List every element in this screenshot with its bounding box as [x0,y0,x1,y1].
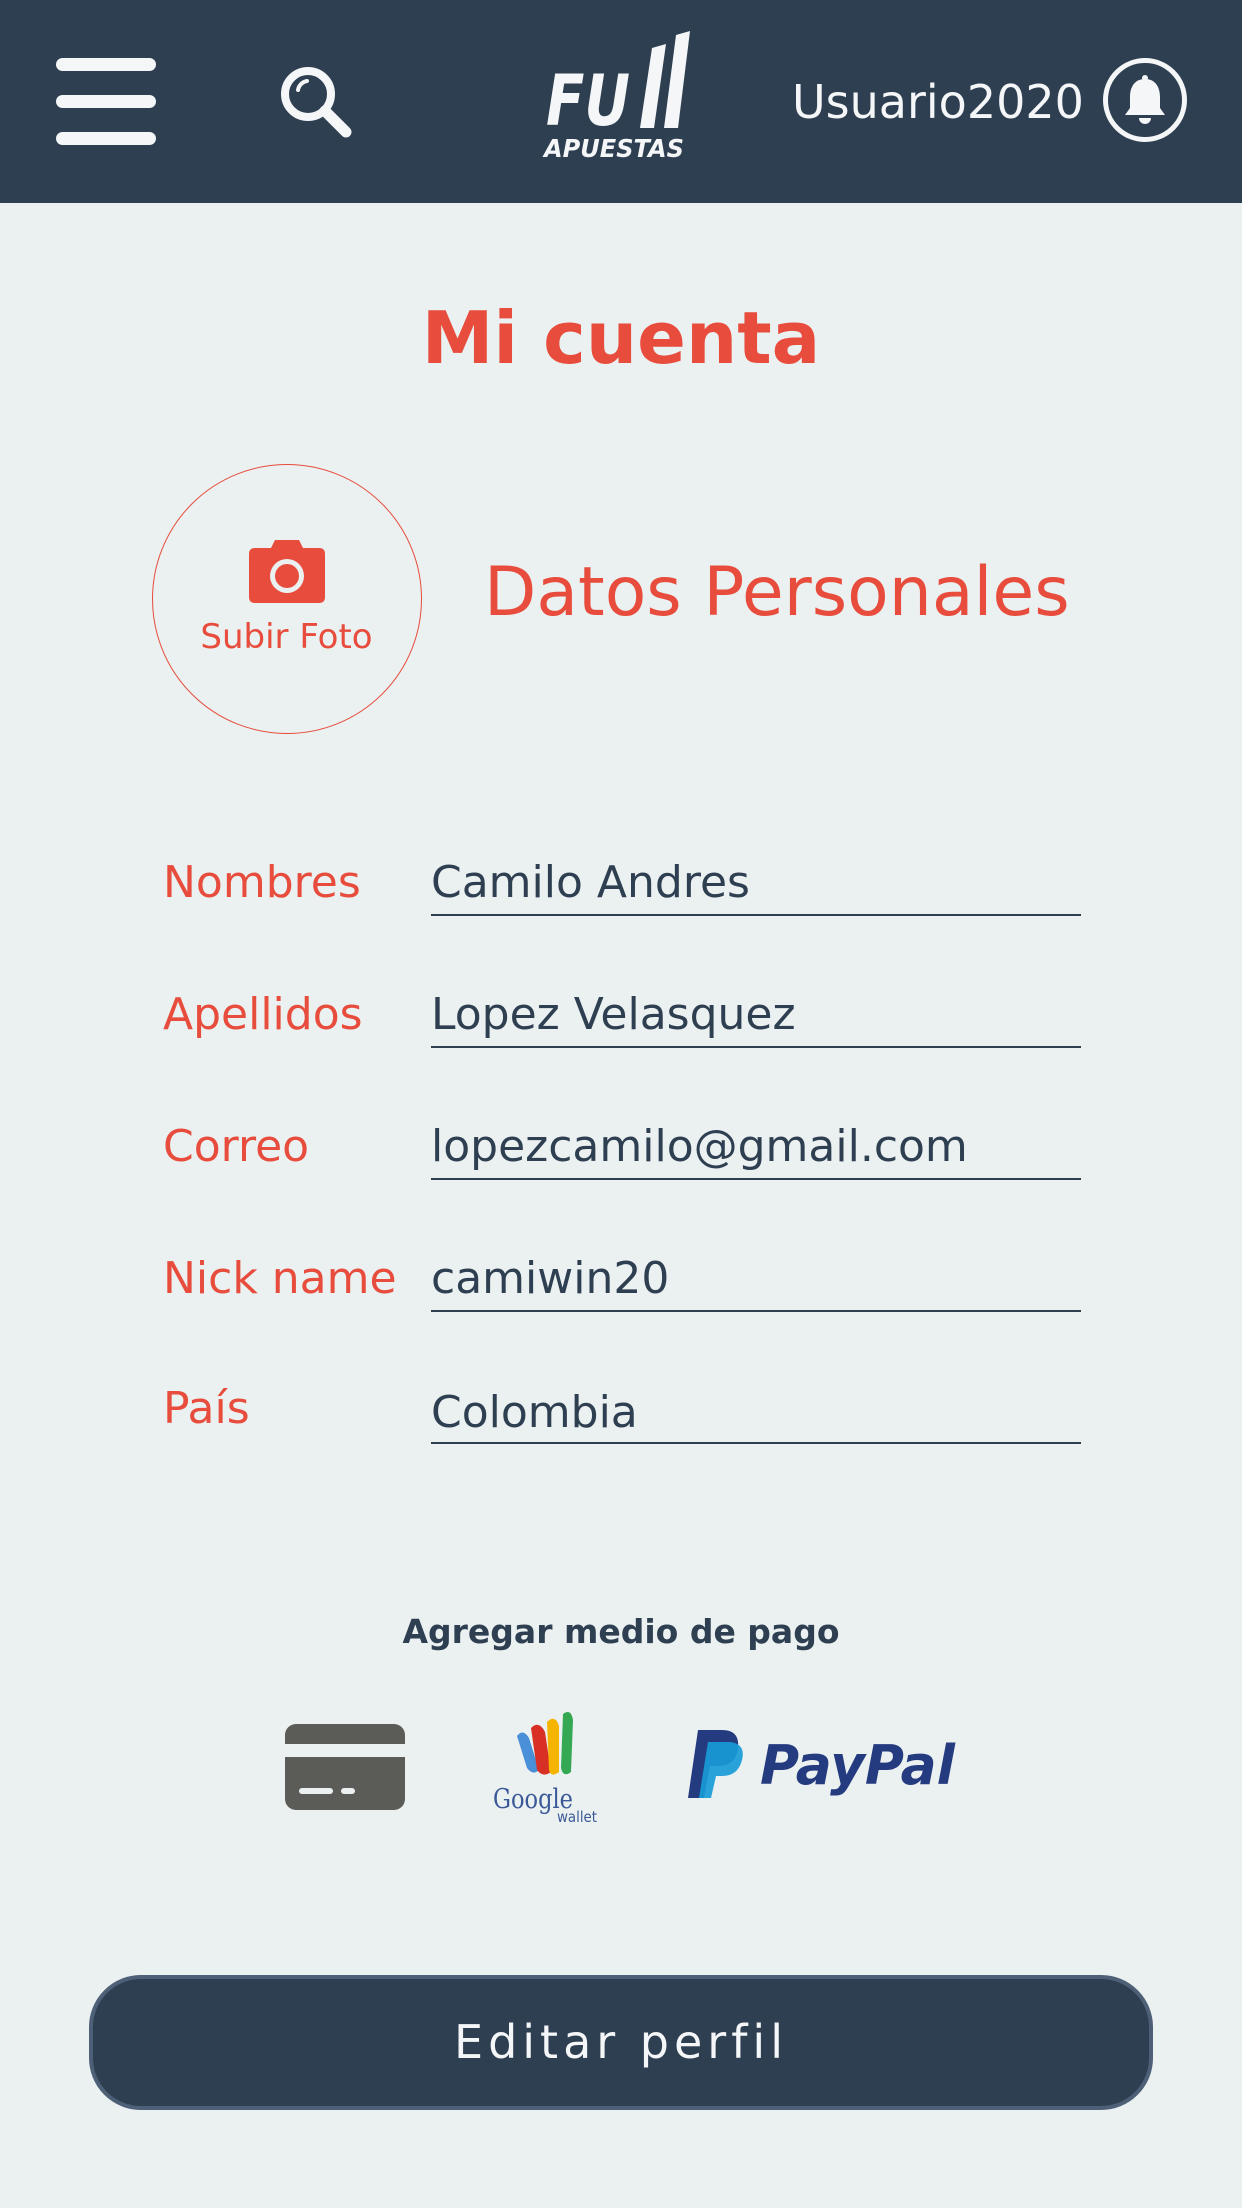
camera-icon [249,537,325,607]
upload-photo-label: Subir Foto [200,617,373,657]
app-header: FU APUESTAS Usuario2020 [0,0,1242,203]
field-label-nickname: Nick name [163,1253,397,1304]
field-underline [431,1442,1081,1444]
nickname-field[interactable]: camiwin20 [431,1249,1081,1309]
page-title: Mi cuenta [421,296,821,380]
paypal-brand: PayPal [760,1734,956,1797]
field-underline [431,1178,1081,1180]
edit-profile-button[interactable]: Editar perfil [89,1975,1153,2110]
field-underline [431,1310,1081,1312]
field-underline [431,914,1081,916]
bell-icon[interactable] [1103,58,1187,142]
correo-field[interactable]: lopezcamilo@gmail.com [431,1117,1081,1177]
menu-icon[interactable] [56,58,156,145]
card-icon[interactable] [285,1724,405,1810]
svg-text:APUESTAS: APUESTAS [542,134,684,163]
username-label[interactable]: Usuario2020 [792,74,1084,130]
field-label-correo: Correo [163,1121,310,1172]
apellidos-field[interactable]: Lopez Velasquez [431,985,1081,1045]
svg-text:FU: FU [546,60,630,142]
google-wallet-icon[interactable]: Google wallet [493,1710,598,1828]
field-label-nombres: Nombres [163,857,361,908]
payment-methods-title: Agregar medio de pago [402,1612,840,1651]
pais-field[interactable]: Colombia [431,1383,1081,1443]
field-label-pais: País [163,1383,250,1434]
field-underline [431,1046,1081,1048]
nombres-field[interactable]: Camilo Andres [431,853,1081,913]
field-label-apellidos: Apellidos [163,989,363,1040]
full-apuestas-logo[interactable]: FU APUESTAS [540,30,710,165]
paypal-icon[interactable]: PayPal [684,1728,959,1800]
search-icon[interactable] [278,64,354,140]
upload-photo-button[interactable]: Subir Foto [152,464,422,734]
section-title: Datos Personales [484,553,1070,632]
google-wallet-sub: wallet [557,1808,597,1826]
